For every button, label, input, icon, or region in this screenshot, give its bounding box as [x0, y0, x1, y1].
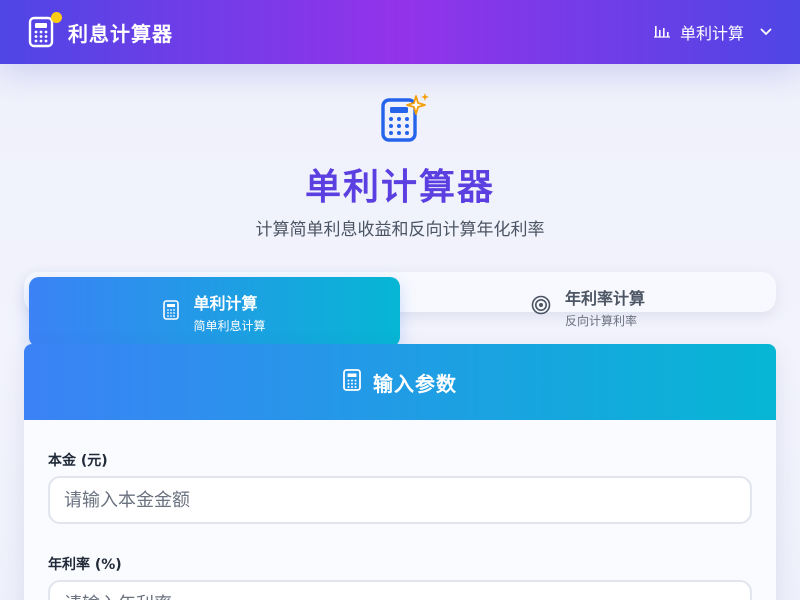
top-bar: 利息计算器 单利计算	[0, 0, 800, 64]
input-card: 输入参数 本金 (元) 年利率 (%)	[24, 344, 776, 600]
page-title: 单利计算器	[304, 167, 495, 208]
tab-description: 反向计算利率	[564, 314, 637, 328]
chevron-down-icon	[760, 25, 772, 39]
notification-dot	[51, 12, 62, 23]
annual-rate-label: 年利率 (%)	[48, 557, 122, 573]
tab-description: 简单利息计算	[193, 319, 266, 333]
calculator-sparkle-icon	[380, 92, 430, 144]
page-subtitle: 计算简单利息收益和反向计算年化利率	[255, 220, 545, 240]
calculator-icon	[163, 300, 180, 324]
tab-title: 年利率计算	[564, 289, 645, 308]
mode-label: 单利计算	[679, 24, 744, 43]
tab-title: 单利计算	[193, 294, 258, 313]
app-title: 利息计算器	[68, 21, 173, 46]
principal-input[interactable]	[48, 476, 752, 524]
principal-label: 本金 (元)	[48, 453, 108, 469]
card-header: 输入参数	[24, 344, 776, 420]
card-title: 输入参数	[373, 371, 457, 396]
calculator-icon	[28, 12, 62, 48]
annual-rate-input[interactable]	[48, 580, 752, 600]
tab-annual-rate[interactable]: 年利率计算 反向计算利率	[400, 277, 776, 337]
target-icon	[531, 295, 551, 319]
calculator-icon	[343, 369, 361, 395]
mode-dropdown[interactable]: 单利计算	[653, 20, 772, 44]
tab-simple-interest[interactable]: 单利计算 简单利息计算	[29, 277, 400, 347]
brand[interactable]: 利息计算器	[28, 12, 173, 48]
bar-chart-icon	[653, 23, 670, 42]
